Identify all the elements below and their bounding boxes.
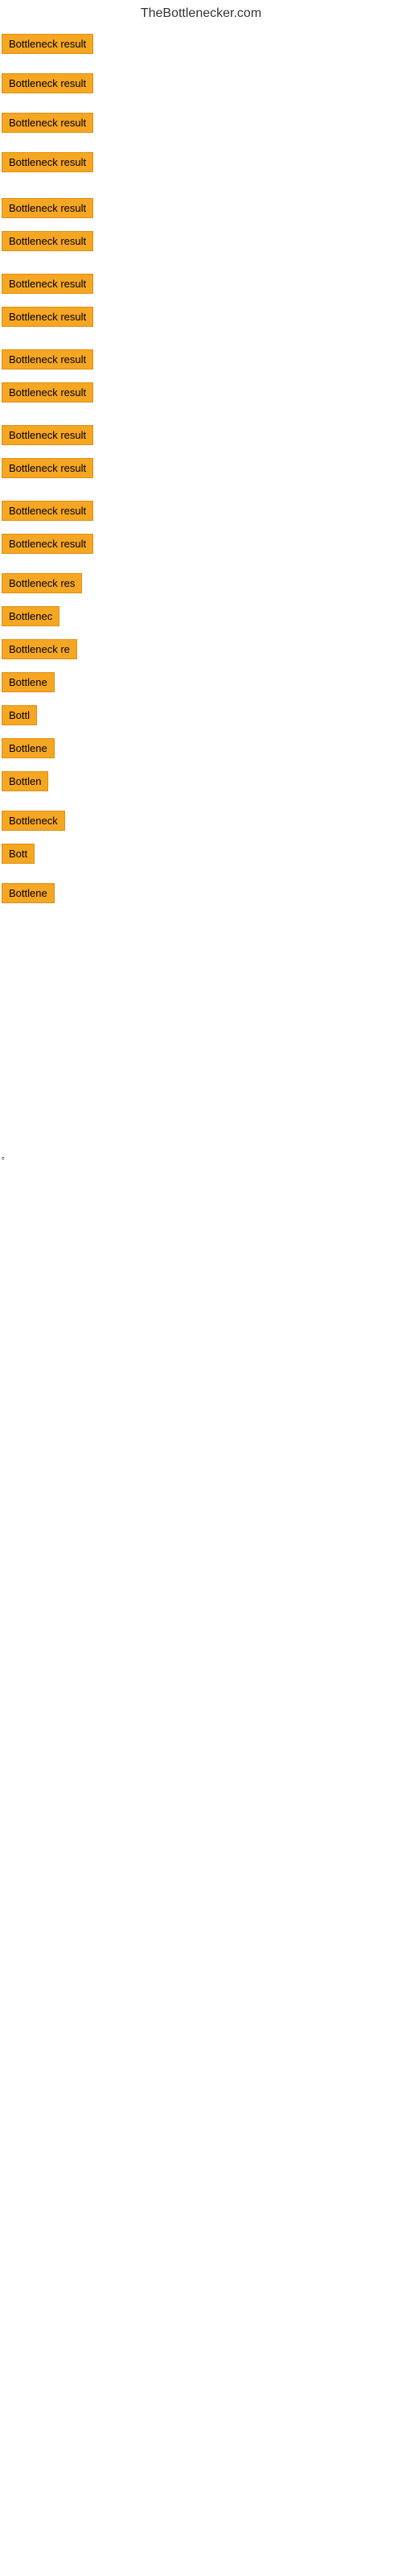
bottleneck-badge-14[interactable]: Bottleneck result bbox=[2, 534, 93, 554]
bottleneck-row-11: Bottleneck result bbox=[0, 422, 402, 448]
bottleneck-row-18: Bottlene bbox=[0, 669, 402, 696]
bottleneck-row-15: Bottleneck res bbox=[0, 570, 402, 597]
bottleneck-row-19: Bottl bbox=[0, 702, 402, 729]
bottleneck-badge-23[interactable]: Bott bbox=[2, 844, 35, 864]
bottleneck-row-2: Bottleneck result bbox=[0, 70, 402, 97]
bottleneck-row-21: Bottlen bbox=[0, 768, 402, 795]
bottleneck-badge-4[interactable]: Bottleneck result bbox=[2, 152, 93, 172]
bottleneck-badge-5[interactable]: Bottleneck result bbox=[2, 198, 93, 218]
bottleneck-row-13: Bottleneck result bbox=[0, 497, 402, 524]
bottleneck-row-12: Bottleneck result bbox=[0, 455, 402, 481]
bottleneck-row-17: Bottleneck re bbox=[0, 636, 402, 663]
bottleneck-row-5: Bottleneck result bbox=[0, 195, 402, 221]
bottleneck-row-9: Bottleneck result bbox=[0, 346, 402, 373]
bottleneck-row-14: Bottleneck result bbox=[0, 530, 402, 557]
bottleneck-badge-6[interactable]: Bottleneck result bbox=[2, 231, 93, 251]
site-title: TheBottlenecker.com bbox=[0, 0, 402, 24]
bottleneck-badge-12[interactable]: Bottleneck result bbox=[2, 458, 93, 478]
bottleneck-badge-24[interactable]: Bottlene bbox=[2, 883, 55, 903]
bottleneck-badge-18[interactable]: Bottlene bbox=[2, 672, 55, 692]
bottleneck-badge-19[interactable]: Bottl bbox=[2, 705, 37, 725]
bottom-small-label: e bbox=[2, 1156, 5, 1162]
bottleneck-badge-9[interactable]: Bottleneck result bbox=[2, 349, 93, 369]
bottleneck-badge-8[interactable]: Bottleneck result bbox=[2, 307, 93, 327]
bottleneck-row-4: Bottleneck result bbox=[0, 149, 402, 175]
bottom-area: e bbox=[0, 1148, 402, 1631]
bottleneck-badge-11[interactable]: Bottleneck result bbox=[2, 425, 93, 445]
bottleneck-badge-10[interactable]: Bottleneck result bbox=[2, 382, 93, 402]
bottleneck-badge-2[interactable]: Bottleneck result bbox=[2, 73, 93, 93]
bottleneck-row-8: Bottleneck result bbox=[0, 303, 402, 330]
bottleneck-badge-22[interactable]: Bottleneck bbox=[2, 811, 65, 831]
bottleneck-badge-17[interactable]: Bottleneck re bbox=[2, 639, 77, 659]
bottleneck-row-1: Bottleneck result bbox=[0, 31, 402, 57]
bottleneck-badge-13[interactable]: Bottleneck result bbox=[2, 501, 93, 521]
bottleneck-row-20: Bottlene bbox=[0, 735, 402, 762]
bottleneck-row-24: Bottlene bbox=[0, 880, 402, 906]
bottleneck-row-23: Bott bbox=[0, 840, 402, 867]
bottleneck-row-22: Bottleneck bbox=[0, 807, 402, 834]
bottleneck-row-6: Bottleneck result bbox=[0, 228, 402, 254]
bottleneck-badge-7[interactable]: Bottleneck result bbox=[2, 274, 93, 294]
bottleneck-row-7: Bottleneck result bbox=[0, 270, 402, 297]
bottleneck-badge-21[interactable]: Bottlen bbox=[2, 771, 48, 791]
bottleneck-badge-20[interactable]: Bottlene bbox=[2, 738, 55, 758]
bottleneck-badge-1[interactable]: Bottleneck result bbox=[2, 34, 93, 54]
bottleneck-row-3: Bottleneck result bbox=[0, 109, 402, 136]
bottleneck-row-16: Bottlenec bbox=[0, 603, 402, 630]
bottleneck-badge-3[interactable]: Bottleneck result bbox=[2, 113, 93, 133]
bottleneck-badge-16[interactable]: Bottlenec bbox=[2, 606, 59, 626]
bottleneck-badge-15[interactable]: Bottleneck res bbox=[2, 573, 82, 593]
bottleneck-row-10: Bottleneck result bbox=[0, 379, 402, 406]
